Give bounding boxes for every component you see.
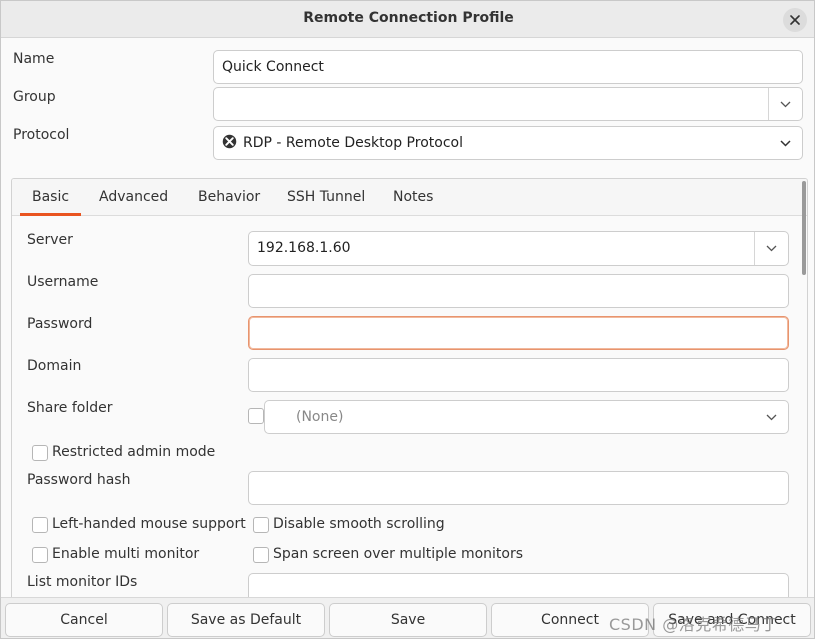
share-folder-value: (None) — [296, 409, 344, 425]
server-dropdown-button[interactable] — [754, 232, 788, 265]
remote-connection-profile-dialog: Remote Connection Profile Name Quick Con… — [0, 0, 815, 639]
chevron-down-icon — [779, 139, 791, 147]
group-combo[interactable] — [213, 87, 803, 121]
tab-behavior[interactable]: Behavior — [186, 179, 272, 216]
group-label: Group — [13, 89, 56, 105]
close-icon — [790, 15, 800, 25]
watermark: CSDN @洛克希德马丁 — [609, 615, 778, 634]
password-hash-input[interactable] — [248, 471, 789, 505]
name-input[interactable]: Quick Connect — [213, 50, 803, 84]
disable-smooth-scrolling-checkbox[interactable] — [253, 517, 269, 533]
share-folder-checkbox[interactable] — [248, 408, 264, 424]
tab-advanced[interactable]: Advanced — [87, 179, 180, 216]
server-combo[interactable]: 192.168.1.60 — [248, 231, 789, 266]
tab-bar: Basic Advanced Behavior SSH Tunnel Notes — [12, 179, 807, 216]
restricted-admin-checkbox[interactable] — [32, 445, 48, 461]
group-dropdown-button[interactable] — [768, 88, 802, 120]
share-folder-dropdown-button[interactable] — [754, 401, 788, 433]
tab-notes[interactable]: Notes — [381, 179, 445, 216]
scroll-thumb[interactable] — [802, 181, 806, 275]
left-handed-checkbox[interactable] — [32, 517, 48, 533]
password-hash-label: Password hash — [27, 472, 131, 488]
domain-input[interactable] — [248, 358, 789, 392]
protocol-label: Protocol — [13, 127, 70, 143]
chevron-down-icon — [766, 414, 776, 420]
multi-monitor-label: Enable multi monitor — [52, 546, 200, 562]
title-bar: Remote Connection Profile — [1, 1, 814, 38]
share-folder-label: Share folder — [27, 400, 113, 416]
chevron-down-icon — [766, 245, 777, 252]
share-folder-chooser[interactable]: (None) — [264, 400, 789, 434]
multi-monitor-checkbox[interactable] — [32, 547, 48, 563]
password-input[interactable] — [248, 316, 789, 350]
tab-basic[interactable]: Basic — [20, 179, 82, 216]
chevron-down-icon — [780, 101, 791, 107]
rdp-protocol-icon — [222, 134, 237, 148]
span-screen-checkbox[interactable] — [253, 547, 269, 563]
protocol-value: RDP - Remote Desktop Protocol — [243, 135, 463, 151]
username-label: Username — [27, 274, 99, 290]
server-label: Server — [27, 232, 73, 248]
span-screen-label: Span screen over multiple monitors — [273, 546, 524, 562]
restricted-admin-label: Restricted admin mode — [52, 444, 216, 460]
protocol-select[interactable]: RDP - Remote Desktop Protocol — [213, 126, 803, 160]
username-input[interactable] — [248, 274, 789, 308]
name-value: Quick Connect — [222, 59, 324, 75]
save-button[interactable]: Save — [329, 603, 487, 637]
left-handed-label: Left-handed mouse support — [52, 516, 246, 532]
domain-label: Domain — [27, 358, 82, 374]
settings-notebook: Basic Advanced Behavior SSH Tunnel Notes… — [11, 178, 808, 608]
monitor-ids-label: List monitor IDs — [27, 574, 138, 590]
save-as-default-button[interactable]: Save as Default — [167, 603, 325, 637]
name-label: Name — [13, 51, 55, 67]
close-button[interactable] — [783, 8, 807, 32]
disable-smooth-scrolling-label: Disable smooth scrolling — [273, 516, 445, 532]
window-title: Remote Connection Profile — [303, 10, 514, 26]
password-label: Password — [27, 316, 93, 332]
cancel-button[interactable]: Cancel — [5, 603, 163, 637]
scrollbar[interactable] — [801, 179, 807, 607]
server-value: 192.168.1.60 — [257, 240, 351, 256]
tab-ssh-tunnel[interactable]: SSH Tunnel — [275, 179, 377, 216]
protocol-dropdown-button[interactable] — [768, 127, 802, 159]
